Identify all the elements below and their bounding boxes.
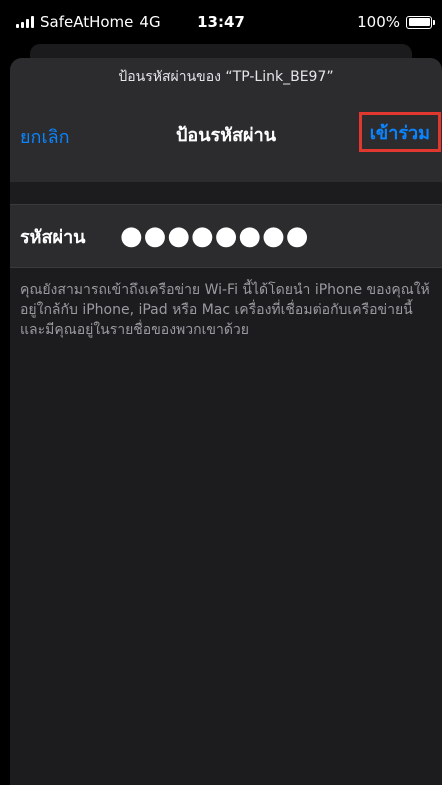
status-right: 100%	[357, 13, 435, 31]
join-button[interactable]: เข้าร่วม	[358, 112, 441, 152]
carrier-name: SafeAtHome	[40, 13, 134, 31]
password-label: รหัสผ่าน	[20, 226, 86, 248]
sheet-subtitle: ป้อนรหัสผ่านของ “TP-Link_BE97”	[118, 69, 334, 85]
network-type: 4G	[139, 13, 161, 31]
status-left: SafeAtHome 4G	[16, 13, 161, 31]
password-field[interactable]: รหัสผ่าน ●●●●●●●●	[10, 204, 442, 268]
battery-percent: 100%	[357, 13, 400, 31]
status-bar: SafeAtHome 4G 13:47 100%	[0, 0, 442, 44]
password-sheet: ป้อนรหัสผ่านของ “TP-Link_BE97” ยกเลิก ป้…	[10, 58, 442, 785]
cellular-signal-icon	[16, 16, 34, 28]
battery-icon	[406, 15, 435, 29]
password-input[interactable]: ●●●●●●●●	[120, 223, 310, 249]
password-sharing-info: คุณยังสามารถเข้าถึงเครือข่าย Wi-Fi นี้ได…	[20, 282, 430, 338]
section-spacer	[10, 182, 442, 204]
sheet-header: ป้อนรหัสผ่านของ “TP-Link_BE97” ยกเลิก ป้…	[10, 58, 442, 182]
